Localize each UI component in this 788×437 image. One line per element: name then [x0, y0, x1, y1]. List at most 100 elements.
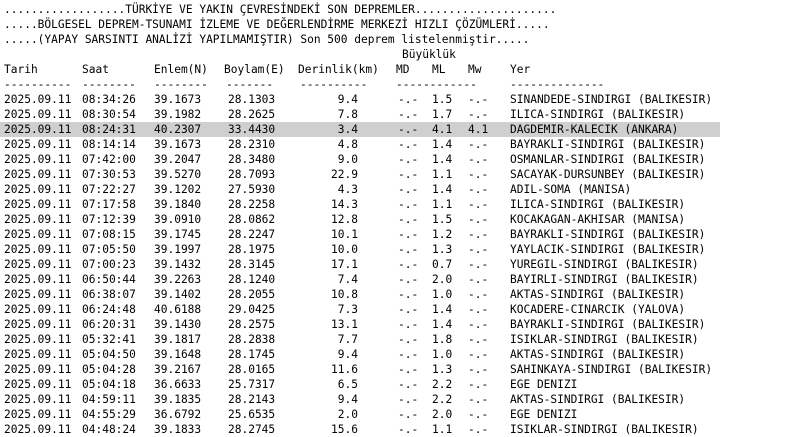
col-place: Yer	[510, 63, 531, 76]
table-row[interactable]: 2025.09.11 05:04:50 39.1648 28.1745 9.4 -.- 1.…	[4, 347, 788, 362]
cell-depth: 7.8	[337, 108, 358, 121]
cell-mw: -.-	[468, 138, 489, 151]
table-row[interactable]: 2025.09.11 05:32:41 39.1817 28.2838 7.7 -.- 1.…	[4, 332, 788, 347]
cell-ml: 1.4	[432, 183, 453, 196]
table-row[interactable]: 2025.09.11 04:55:29 36.6792 25.6535 2.0 -.- 2.…	[4, 407, 788, 422]
cell-time: 06:24:48	[82, 303, 136, 316]
cell-depth: 7.7	[337, 333, 358, 346]
cell-time: 07:12:39	[82, 213, 136, 226]
cell-md: -.-	[398, 108, 419, 121]
cell-place: EGE DENIZI	[510, 408, 578, 421]
cell-place: BAYRAKLI-SINDIRGI (BALIKESIR)	[510, 138, 706, 151]
cell-mw: -.-	[468, 333, 489, 346]
table-row[interactable]: 2025.09.11 05:04:18 36.6633 25.7317 6.5 -.- 2.…	[4, 377, 788, 392]
table-row[interactable]: 2025.09.11 07:05:50 39.1997 28.1975 10.0 -.- 1…	[4, 242, 788, 257]
cell-depth: 11.6	[331, 363, 358, 376]
cell-ml: 1.1	[432, 198, 453, 211]
cell-place: DAGDEMIR-KALECIK (ANKARA)	[510, 123, 679, 136]
cell-lon: 28.2247	[228, 228, 276, 241]
table-row[interactable]: 2025.09.11 06:50:44 39.2263 28.1240 7.4 -.- 2.…	[4, 272, 788, 287]
cell-md: -.-	[398, 318, 419, 331]
cell-ml: 1.1	[432, 423, 453, 436]
table-row[interactable]: 2025.09.11 07:00:23 39.1432 28.3145 17.1 -.- 0…	[4, 257, 788, 272]
cell-lon: 28.2745	[228, 423, 276, 436]
cell-md: -.-	[398, 333, 419, 346]
cell-time: 06:38:07	[82, 288, 136, 301]
table-row[interactable]: 2025.09.11 07:08:15 39.1745 28.2247 10.1 -.- 1…	[4, 227, 788, 242]
cell-time: 07:05:50	[82, 243, 136, 256]
cell-lat: 39.1402	[154, 288, 202, 301]
cell-lon: 28.2055	[228, 288, 276, 301]
table-row[interactable]: 2025.09.11 07:30:53 39.5270 28.7093 22.9 -.- 1…	[4, 167, 788, 182]
cell-place: ISIKLAR-SINDIRGI (BALIKESIR)	[510, 423, 699, 436]
cell-time: 07:30:53	[82, 168, 136, 181]
cell-mw: -.-	[468, 198, 489, 211]
cell-lon: 28.1240	[228, 273, 276, 286]
cell-lon: 28.2625	[228, 108, 276, 121]
cell-place: YAYLACIK-SINDIRGI (BALIKESIR)	[510, 243, 706, 256]
table-row[interactable]: 2025.09.11 04:48:24 39.1833 28.2745 15.6 -.- 1…	[4, 422, 788, 437]
cell-mw: -.-	[468, 408, 489, 421]
table-row[interactable]: 2025.09.11 04:59:11 39.1835 28.2143 9.4 -.- 2.…	[4, 392, 788, 407]
cell-date: 2025.09.11	[4, 333, 72, 346]
table-row[interactable]: 2025.09.11 05:04:28 39.2167 28.0165 11.6 -.- 1…	[4, 362, 788, 377]
table-row[interactable]: 2025.09.11 06:20:31 39.1430 28.2575 13.1 -.- 1…	[4, 317, 788, 332]
cell-depth: 10.1	[331, 228, 358, 241]
cell-lon: 33.4430	[228, 123, 276, 136]
cell-date: 2025.09.11	[4, 228, 72, 241]
table-row[interactable]: 2025.09.11 07:42:00 39.2047 28.3480 9.0 -.- 1.…	[4, 152, 788, 167]
table-row[interactable]: 2025.09.11 07:22:27 39.1202 27.5930 4.3 -.- 1.…	[4, 182, 788, 197]
cell-date: 2025.09.11	[4, 363, 72, 376]
cell-mw: -.-	[468, 228, 489, 241]
header-line-2: .....BÖLGESEL DEPREM-TSUNAMI İZLEME VE D…	[4, 18, 550, 31]
cell-time: 07:17:58	[82, 198, 136, 211]
sep-lat: --------	[154, 78, 208, 91]
cell-mw: -.-	[468, 258, 489, 271]
cell-ml: 2.0	[432, 408, 453, 421]
col-lon: Boylam(E)	[224, 63, 285, 76]
cell-time: 06:20:31	[82, 318, 136, 331]
cell-md: -.-	[398, 138, 419, 151]
cell-lon: 28.1303	[228, 93, 276, 106]
cell-time: 08:14:14	[82, 138, 136, 151]
cell-depth: 10.8	[331, 288, 358, 301]
cell-lat: 39.1982	[154, 108, 202, 121]
cell-ml: 1.8	[432, 333, 453, 346]
table-row[interactable]: 2025.09.11 06:24:48 40.6188 29.0425 7.3 -.- 1.…	[4, 302, 788, 317]
sep-date: ----------	[4, 78, 72, 91]
cell-depth: 4.3	[337, 183, 358, 196]
cell-time: 08:30:54	[82, 108, 136, 121]
cell-date: 2025.09.11	[4, 183, 72, 196]
cell-ml: 1.0	[432, 348, 453, 361]
table-row[interactable]: 2025.09.11 08:34:26 39.1673 28.1303 9.4 -.- 1.…	[4, 92, 788, 107]
cell-depth: 9.0	[337, 153, 358, 166]
cell-mw: -.-	[468, 348, 489, 361]
cell-md: -.-	[398, 273, 419, 286]
cell-md: -.-	[398, 93, 419, 106]
cell-time: 05:04:18	[82, 378, 136, 391]
cell-depth: 9.4	[337, 348, 358, 361]
cell-lat: 39.2167	[154, 363, 202, 376]
table-row[interactable]: 2025.09.11 08:14:14 39.1673 28.2310 4.8 -.- 1.…	[4, 137, 788, 152]
table-row[interactable]: 2025.09.11 06:38:07 39.1402 28.2055 10.8 -.- 1…	[4, 287, 788, 302]
header-line-3: .....(YAPAY SARSINTI ANALİZİ YAPILMAMIŞT…	[4, 33, 530, 46]
cell-depth: 9.4	[337, 93, 358, 106]
cell-ml: 1.5	[432, 93, 453, 106]
cell-mw: -.-	[468, 303, 489, 316]
cell-date: 2025.09.11	[4, 213, 72, 226]
cell-time: 04:59:11	[82, 393, 136, 406]
cell-lat: 39.0910	[154, 213, 202, 226]
cell-lon: 28.3480	[228, 153, 276, 166]
cell-lon: 28.2838	[228, 333, 276, 346]
cell-md: -.-	[398, 393, 419, 406]
table-row[interactable]: 2025.09.11 08:30:54 39.1982 28.2625 7.8 -.- 1.…	[4, 107, 788, 122]
cell-time: 07:42:00	[82, 153, 136, 166]
cell-lon: 25.6535	[228, 408, 276, 421]
table-row[interactable]: 2025.09.11 07:12:39 39.0910 28.0862 12.8 -.- 1…	[4, 212, 788, 227]
table-row[interactable]: 2025.09.11 07:17:58 39.1840 28.2258 14.3 -.- 1…	[4, 197, 788, 212]
cell-date: 2025.09.11	[4, 123, 72, 136]
cell-depth: 13.1	[331, 318, 358, 331]
table-row[interactable]: 2025.09.11 08:24:31 40.2307 33.4430 3.4 -.- 4.…	[4, 122, 788, 137]
col-lat: Enlem(N)	[154, 63, 208, 76]
cell-lon: 29.0425	[228, 303, 276, 316]
